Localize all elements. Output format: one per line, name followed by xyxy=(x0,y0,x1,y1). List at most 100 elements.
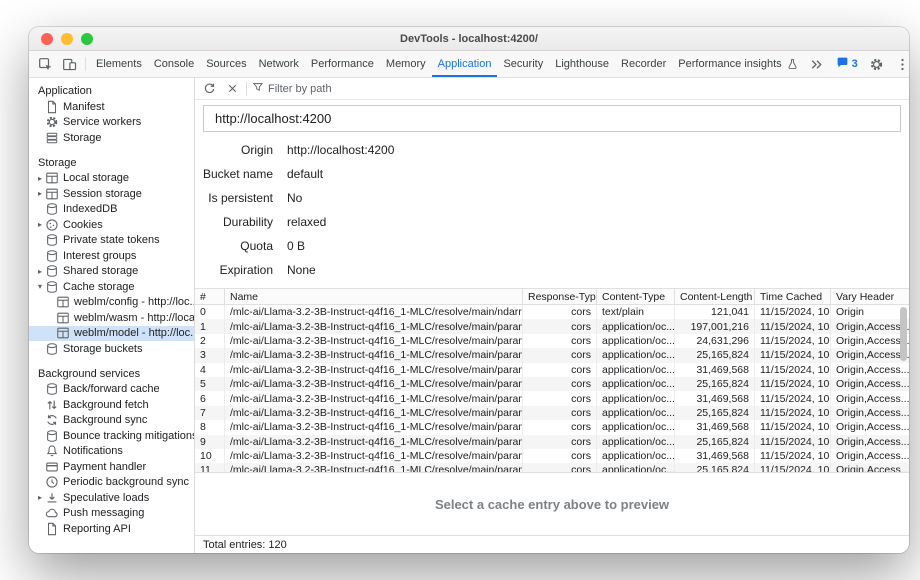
column-header-time-cached[interactable]: Time Cached xyxy=(755,289,831,304)
filter-input[interactable] xyxy=(268,83,488,95)
table-cell: 11/15/2024, 10... xyxy=(755,363,831,377)
tab-lighthouse[interactable]: Lighthouse xyxy=(549,51,615,77)
sidebar-item-weblm-model-http-loc[interactable]: weblm/model - http://loc... xyxy=(29,326,194,342)
sidebar-item-session-storage[interactable]: ▸Session storage xyxy=(29,186,194,202)
table-row[interactable]: 8/mlc-ai/Llama-3.2-3B-Instruct-q4f16_1-M… xyxy=(195,420,909,434)
tab-label: Security xyxy=(503,58,543,70)
status-bar: Total entries: 120 xyxy=(195,535,909,553)
more-tabs-chevron-icon[interactable] xyxy=(805,57,829,72)
table-row[interactable]: 10/mlc-ai/Llama-3.2-3B-Instruct-q4f16_1-… xyxy=(195,449,909,463)
sidebar-item-speculative-loads[interactable]: ▸Speculative loads xyxy=(29,490,194,506)
sidebar-item-background-sync[interactable]: Background sync xyxy=(29,413,194,429)
chevron-right-icon[interactable]: ▸ xyxy=(35,267,45,276)
table-cell: 11/15/2024, 10... xyxy=(755,406,831,420)
sidebar-item-shared-storage[interactable]: ▸Shared storage xyxy=(29,264,194,280)
sidebar-item-label: Reporting API xyxy=(63,523,131,535)
table-row[interactable]: 11/mlc-ai/Llama-3.2-3B-Instruct-q4f16_1-… xyxy=(195,463,909,472)
sidebar-item-notifications[interactable]: Notifications xyxy=(29,444,194,460)
tab-application[interactable]: Application xyxy=(432,51,498,77)
meta-label: Origin xyxy=(195,143,273,157)
tab-network[interactable]: Network xyxy=(253,51,305,77)
tab-elements[interactable]: Elements xyxy=(90,51,148,77)
sidebar-item-manifest[interactable]: Manifest xyxy=(29,99,194,115)
tab-recorder[interactable]: Recorder xyxy=(615,51,672,77)
table-row[interactable]: 5/mlc-ai/Llama-3.2-3B-Instruct-q4f16_1-M… xyxy=(195,377,909,391)
sidebar-item-bounce-tracking-mitigations[interactable]: Bounce tracking mitigations xyxy=(29,428,194,444)
tab-label: Console xyxy=(154,58,194,70)
sidebar-item-push-messaging[interactable]: Push messaging xyxy=(29,506,194,522)
sidebar-item-local-storage[interactable]: ▸ Local storage xyxy=(29,171,194,187)
chevron-right-icon[interactable]: ▸ xyxy=(35,493,45,502)
table-row[interactable]: 3/mlc-ai/Llama-3.2-3B-Instruct-q4f16_1-M… xyxy=(195,348,909,362)
chevron-down-icon[interactable]: ▾ xyxy=(35,282,45,291)
tab-label: Recorder xyxy=(621,58,666,70)
minimize-window-button[interactable] xyxy=(61,33,73,45)
tab-performance[interactable]: Performance xyxy=(305,51,380,77)
sidebar-item-label: Local storage xyxy=(63,172,129,184)
table-row[interactable]: 2/mlc-ai/Llama-3.2-3B-Instruct-q4f16_1-M… xyxy=(195,334,909,348)
column-header-name[interactable]: Name xyxy=(225,289,523,304)
delete-selected-icon[interactable] xyxy=(223,80,241,98)
toolbar-divider xyxy=(246,82,247,96)
vertical-scrollbar[interactable] xyxy=(900,307,907,361)
chevron-right-icon[interactable]: ▸ xyxy=(35,189,45,198)
column-header-vary-header[interactable]: Vary Header xyxy=(831,289,909,304)
chevron-right-icon[interactable]: ▸ xyxy=(35,220,45,229)
table-cell: application/oc... xyxy=(597,449,675,463)
sidebar-item-storage[interactable]: Storage xyxy=(29,130,194,146)
table-cell: 11/15/2024, 10... xyxy=(755,319,831,333)
sidebar-item-interest-groups[interactable]: Interest groups xyxy=(29,248,194,264)
sidebar-item-service-workers[interactable]: Service workers xyxy=(29,115,194,131)
table-row[interactable]: 6/mlc-ai/Llama-3.2-3B-Instruct-q4f16_1-M… xyxy=(195,391,909,405)
sidebar-item-indexeddb[interactable]: IndexedDB xyxy=(29,202,194,218)
table-row[interactable]: 4/mlc-ai/Llama-3.2-3B-Instruct-q4f16_1-M… xyxy=(195,363,909,377)
chevron-right-icon[interactable]: ▸ xyxy=(35,174,45,183)
tab-sources[interactable]: Sources xyxy=(200,51,252,77)
meta-label: Durability xyxy=(195,215,273,229)
console-messages-badge[interactable]: 3 xyxy=(831,56,863,72)
column-header-response-type[interactable]: Response-Type xyxy=(523,289,597,304)
sidebar-item-back-forward-cache[interactable]: Back/forward cache xyxy=(29,382,194,398)
column-header-content-length[interactable]: Content-Length xyxy=(675,289,755,304)
sidebar-item-periodic-background-sync[interactable]: Periodic background sync xyxy=(29,475,194,491)
tab-console[interactable]: Console xyxy=(148,51,200,77)
device-toolbar-icon[interactable] xyxy=(57,51,81,77)
sidebar-item-cookies[interactable]: ▸Cookies xyxy=(29,217,194,233)
column-header-content-type[interactable]: Content-Type xyxy=(597,289,675,304)
close-window-button[interactable] xyxy=(41,33,53,45)
sidebar-item-reporting-api[interactable]: Reporting API xyxy=(29,521,194,537)
column-header-[interactable]: # xyxy=(195,289,225,304)
settings-gear-icon[interactable] xyxy=(865,57,889,72)
tab-security[interactable]: Security xyxy=(497,51,549,77)
sidebar-item-weblm-wasm-http-loca[interactable]: weblm/wasm - http://loca... xyxy=(29,310,194,326)
table-row[interactable]: 0/mlc-ai/Llama-3.2-3B-Instruct-q4f16_1-M… xyxy=(195,305,909,319)
tab-performance-insights[interactable]: Performance insights xyxy=(672,51,804,77)
table-cell: 25,165,824 xyxy=(675,463,755,472)
meta-row-expiration: ExpirationNone xyxy=(195,258,909,282)
sidebar-item-weblm-config-http-loc[interactable]: weblm/config - http://loc... xyxy=(29,295,194,311)
devtools-window: DevTools - localhost:4200/ ElementsConso… xyxy=(29,27,909,553)
sidebar-item-private-state-tokens[interactable]: Private state tokens xyxy=(29,233,194,249)
sidebar-item-background-fetch[interactable]: Background fetch xyxy=(29,397,194,413)
messages-count: 3 xyxy=(852,58,858,70)
section-title-storage: Storage xyxy=(29,155,194,171)
tab-label: Elements xyxy=(96,58,142,70)
table-row[interactable]: 1/mlc-ai/Llama-3.2-3B-Instruct-q4f16_1-M… xyxy=(195,319,909,333)
meta-row-durability: Durabilityrelaxed xyxy=(195,210,909,234)
tab-memory[interactable]: Memory xyxy=(380,51,432,77)
table-cell: Origin,Access... xyxy=(831,435,909,449)
sidebar-item-payment-handler[interactable]: Payment handler xyxy=(29,459,194,475)
table-row[interactable]: 7/mlc-ai/Llama-3.2-3B-Instruct-q4f16_1-M… xyxy=(195,406,909,420)
sidebar-section-background-services: Background servicesBack/forward cacheBac… xyxy=(29,366,194,537)
inspect-element-icon[interactable] xyxy=(33,51,57,77)
kebab-menu-icon[interactable] xyxy=(891,57,909,72)
sidebar-item-storage-buckets[interactable]: Storage buckets xyxy=(29,341,194,357)
table-cell: 31,469,568 xyxy=(675,420,755,434)
table-cell: application/oc... xyxy=(597,334,675,348)
refresh-icon[interactable] xyxy=(200,80,218,98)
table-cell: 7 xyxy=(195,406,225,420)
table-cell: /mlc-ai/Llama-3.2-3B-Instruct-q4f16_1-ML… xyxy=(225,406,523,420)
sidebar-item-cache-storage[interactable]: ▾Cache storage xyxy=(29,279,194,295)
table-row[interactable]: 9/mlc-ai/Llama-3.2-3B-Instruct-q4f16_1-M… xyxy=(195,435,909,449)
maximize-window-button[interactable] xyxy=(81,33,93,45)
